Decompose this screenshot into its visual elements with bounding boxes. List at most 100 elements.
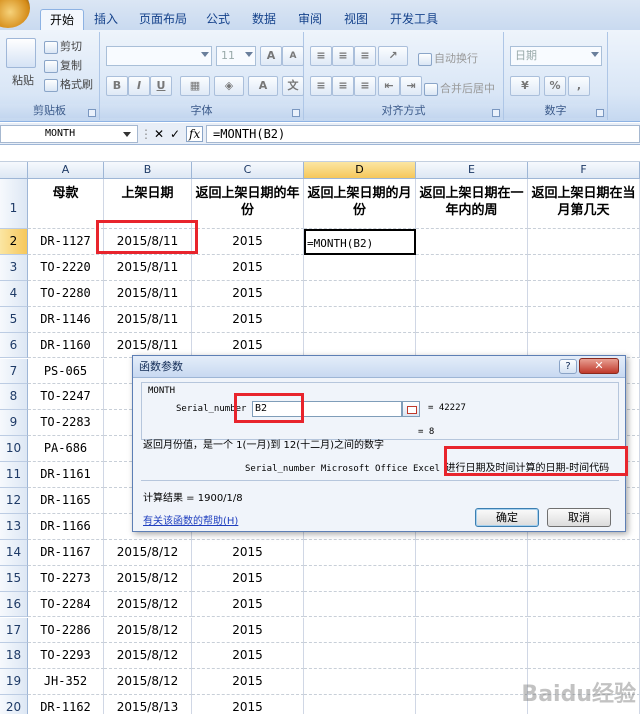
office-button-icon[interactable] bbox=[0, 0, 30, 28]
column-header-e[interactable]: E bbox=[416, 162, 528, 179]
grow-font-button[interactable]: A bbox=[260, 46, 282, 66]
number-launcher-icon[interactable] bbox=[596, 109, 604, 117]
font-name-combo[interactable] bbox=[106, 46, 212, 66]
cell[interactable] bbox=[528, 617, 640, 644]
column-title-cell[interactable]: 返回上架日期在当月第几天 bbox=[528, 179, 640, 229]
row-header[interactable]: 3 bbox=[0, 254, 28, 281]
cell[interactable] bbox=[528, 643, 640, 670]
cell[interactable] bbox=[304, 591, 416, 618]
tab-developer[interactable]: 开发工具 bbox=[384, 9, 444, 30]
row-header[interactable]: 18 bbox=[0, 643, 28, 670]
cell[interactable] bbox=[528, 280, 640, 307]
cell[interactable] bbox=[528, 306, 640, 333]
cell[interactable]: TO-2283 bbox=[28, 410, 104, 437]
cell[interactable]: DR-1167 bbox=[28, 539, 104, 566]
cancel-button[interactable]: 取消 bbox=[547, 508, 611, 527]
cell[interactable] bbox=[304, 280, 416, 307]
cell[interactable]: DR-1146 bbox=[28, 306, 104, 333]
format-painter-button[interactable]: 格式刷 bbox=[44, 76, 93, 92]
cell[interactable]: TO-2293 bbox=[28, 643, 104, 670]
column-title-cell[interactable]: 返回上架日期的月份 bbox=[304, 179, 416, 229]
cell[interactable] bbox=[528, 254, 640, 281]
cell[interactable] bbox=[304, 306, 416, 333]
cell[interactable] bbox=[304, 695, 416, 714]
cell[interactable]: 2015 bbox=[192, 591, 304, 618]
cell[interactable] bbox=[528, 591, 640, 618]
phonetic-button[interactable]: 文 bbox=[282, 76, 304, 96]
row-header[interactable]: 7 bbox=[0, 358, 28, 385]
column-header-f[interactable]: F bbox=[528, 162, 640, 179]
cell[interactable]: 2015 bbox=[192, 617, 304, 644]
insert-function-fx-icon[interactable]: fx bbox=[186, 126, 204, 142]
align-top-button[interactable]: ≡ bbox=[310, 46, 332, 66]
cell[interactable]: 2015/8/13 bbox=[104, 695, 192, 714]
column-header-b[interactable]: B bbox=[104, 162, 192, 179]
cell[interactable]: TO-2284 bbox=[28, 591, 104, 618]
cell[interactable]: TO-2273 bbox=[28, 565, 104, 592]
cell[interactable] bbox=[416, 669, 528, 696]
cell[interactable]: 2015 bbox=[192, 669, 304, 696]
cell[interactable]: 2015/8/12 bbox=[104, 617, 192, 644]
enter-formula-icon[interactable]: ✓ bbox=[170, 125, 180, 143]
cell[interactable]: DR-1127 bbox=[28, 229, 104, 255]
cell[interactable]: 2015 bbox=[192, 539, 304, 566]
copy-button[interactable]: 复制 bbox=[44, 57, 82, 73]
ok-button[interactable]: 确定 bbox=[475, 508, 539, 527]
comma-button[interactable]: , bbox=[568, 76, 590, 96]
cell[interactable]: 2015/8/11 bbox=[104, 306, 192, 333]
row-header[interactable]: 16 bbox=[0, 591, 28, 618]
cell[interactable] bbox=[416, 617, 528, 644]
column-title-cell[interactable]: 返回上架日期在一年内的周 bbox=[416, 179, 528, 229]
font-color-button[interactable]: A bbox=[248, 76, 278, 96]
cell[interactable]: TO-2220 bbox=[28, 254, 104, 281]
cell[interactable] bbox=[416, 280, 528, 307]
row-header[interactable]: 10 bbox=[0, 436, 28, 463]
font-launcher-icon[interactable] bbox=[292, 109, 300, 117]
tab-review[interactable]: 审阅 bbox=[292, 9, 328, 30]
collapse-dialog-icon[interactable] bbox=[402, 401, 420, 417]
cell[interactable] bbox=[528, 565, 640, 592]
cell[interactable]: 2015 bbox=[192, 229, 304, 255]
cell[interactable] bbox=[416, 306, 528, 333]
cell[interactable]: 2015 bbox=[192, 565, 304, 592]
cell[interactable]: 2015/8/12 bbox=[104, 591, 192, 618]
cell[interactable]: 2015/8/12 bbox=[104, 539, 192, 566]
cell[interactable] bbox=[304, 617, 416, 644]
row-header[interactable]: 1 bbox=[0, 179, 28, 229]
align-bottom-button[interactable]: ≡ bbox=[354, 46, 376, 66]
row-header[interactable]: 13 bbox=[0, 513, 28, 540]
percent-button[interactable]: % bbox=[544, 76, 566, 96]
number-format-combo[interactable]: 日期 bbox=[510, 46, 602, 66]
italic-button[interactable]: I bbox=[128, 76, 150, 96]
align-middle-button[interactable]: ≡ bbox=[332, 46, 354, 66]
currency-button[interactable]: ¥ bbox=[510, 76, 540, 96]
formula-input[interactable]: =MONTH(B2) bbox=[206, 125, 640, 143]
wrap-text-button[interactable]: 自动换行 bbox=[418, 50, 478, 66]
column-header-d[interactable]: D bbox=[304, 162, 416, 179]
cell[interactable] bbox=[416, 539, 528, 566]
tab-insert[interactable]: 插入 bbox=[86, 9, 126, 30]
select-all-corner[interactable] bbox=[0, 162, 28, 179]
merge-center-button[interactable]: 合并后居中 bbox=[424, 80, 495, 96]
row-header[interactable]: 19 bbox=[0, 669, 28, 696]
orientation-button[interactable]: ↗ bbox=[378, 46, 408, 66]
cell[interactable]: TO-2247 bbox=[28, 384, 104, 411]
cell[interactable] bbox=[304, 539, 416, 566]
cell[interactable]: 2015 bbox=[192, 254, 304, 281]
fill-color-button[interactable]: ◈ bbox=[214, 76, 244, 96]
cell[interactable]: 2015/8/12 bbox=[104, 643, 192, 670]
cell[interactable]: 2015 bbox=[192, 695, 304, 714]
column-header-c[interactable]: C bbox=[192, 162, 304, 179]
function-help-link[interactable]: 有关该函数的帮助(H) bbox=[143, 512, 238, 527]
cell[interactable]: DR-1161 bbox=[28, 462, 104, 488]
align-left-button[interactable]: ≡ bbox=[310, 76, 332, 96]
cell[interactable]: 2015/8/11 bbox=[104, 280, 192, 307]
cell[interactable]: 2015 bbox=[192, 643, 304, 670]
row-header[interactable]: 4 bbox=[0, 280, 28, 307]
cell[interactable] bbox=[304, 565, 416, 592]
paste-icon[interactable] bbox=[6, 38, 36, 68]
row-header[interactable]: 12 bbox=[0, 488, 28, 514]
bold-button[interactable]: B bbox=[106, 76, 128, 96]
cancel-formula-icon[interactable]: ✕ bbox=[154, 125, 164, 143]
cell[interactable]: 2015/8/12 bbox=[104, 565, 192, 592]
